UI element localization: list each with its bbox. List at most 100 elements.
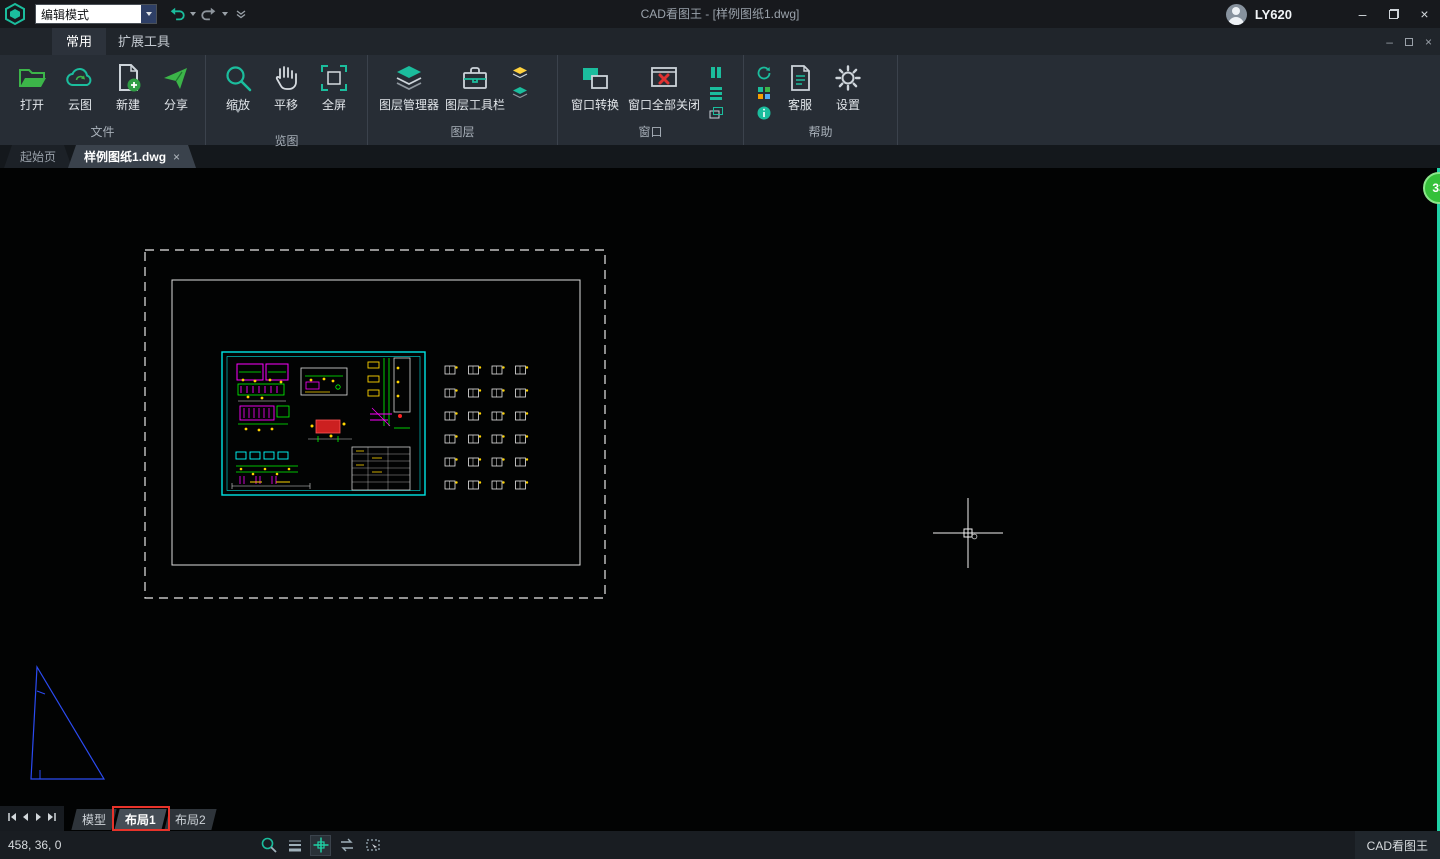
- status-selection-icon[interactable]: [362, 835, 383, 856]
- layer-mini-buttons: [510, 60, 530, 101]
- tile-vertical-icon[interactable]: [706, 64, 726, 81]
- share-icon: [159, 60, 193, 96]
- layer-off-icon[interactable]: [510, 84, 530, 101]
- tab-common[interactable]: 常用: [52, 28, 106, 55]
- last-tab-button[interactable]: [46, 810, 58, 828]
- more-apps-icon[interactable]: [754, 84, 774, 101]
- ribbon-restore-icon[interactable]: [1405, 38, 1413, 46]
- minimize-button[interactable]: –: [1347, 0, 1378, 28]
- pan-hand-icon: [269, 60, 303, 96]
- zoom-icon: [221, 60, 255, 96]
- doc-tab-drawing[interactable]: 样例图纸1.dwg ×: [68, 145, 196, 168]
- pan-button[interactable]: 平移: [262, 60, 310, 112]
- customer-service-icon: [783, 60, 817, 96]
- share-button[interactable]: 分享: [152, 60, 200, 112]
- ribbon-group-window: 窗口转换 窗口全部关闭: [558, 55, 744, 145]
- tab-extended-tools[interactable]: 扩展工具: [104, 28, 184, 55]
- group-label-help: 帮助: [744, 122, 897, 145]
- group-label-view: 览图: [206, 131, 367, 154]
- window-controls: – ×: [1347, 0, 1440, 28]
- tile-horizontal-icon[interactable]: [706, 84, 726, 101]
- undo-button[interactable]: [167, 4, 187, 24]
- cad-drawing-svg: [0, 168, 1440, 831]
- ribbon-group-help: 客服 设置 帮助: [744, 55, 898, 145]
- redo-button[interactable]: [199, 4, 219, 24]
- username: LY620: [1255, 7, 1292, 22]
- window-switch-icon: [578, 60, 612, 96]
- cloud-drawing-icon: [63, 60, 97, 96]
- status-lineweight-icon[interactable]: [284, 835, 305, 856]
- restore-icon: [1389, 9, 1399, 19]
- redo-dropdown-icon[interactable]: [220, 4, 230, 24]
- layout-tab-nav: [0, 806, 64, 831]
- combo-dropdown-icon[interactable]: [141, 5, 156, 23]
- drawing-canvas[interactable]: 33: [0, 168, 1440, 831]
- statusbar: 458, 36, 0 CAD看图王: [0, 831, 1440, 859]
- layer-toolbar-button[interactable]: 图层工具栏: [442, 60, 508, 112]
- new-file-button[interactable]: 新建: [104, 60, 152, 112]
- window-close-all-icon: [647, 60, 681, 96]
- prev-tab-button[interactable]: [19, 810, 31, 828]
- window-title: CAD看图王 - [样例图纸1.dwg]: [300, 0, 1140, 28]
- undo-dropdown-icon[interactable]: [188, 4, 198, 24]
- ribbon-minimize-icon[interactable]: –: [1386, 35, 1393, 49]
- cloud-drawing-button[interactable]: 云图: [56, 60, 104, 112]
- status-snap-icon[interactable]: [336, 835, 357, 856]
- group-label-window: 窗口: [558, 122, 743, 145]
- layout-tab-model[interactable]: 模型: [71, 809, 116, 830]
- layer-manager-button[interactable]: 图层管理器: [376, 60, 442, 112]
- cascade-windows-icon[interactable]: [706, 104, 726, 121]
- window-switch-button[interactable]: 窗口转换: [566, 60, 624, 112]
- close-all-windows-button[interactable]: 窗口全部关闭: [624, 60, 704, 112]
- customize-toolbar-icon[interactable]: [231, 4, 251, 24]
- paper-border: [172, 280, 580, 565]
- layer-manager-icon: [392, 60, 426, 96]
- statusbar-tools: [258, 831, 383, 859]
- next-tab-button[interactable]: [33, 810, 45, 828]
- fullscreen-button[interactable]: 全屏: [310, 60, 358, 112]
- layer-on-icon[interactable]: [510, 64, 530, 81]
- layout-tab-layout2[interactable]: 布局2: [164, 809, 216, 830]
- layout-tab-bar: 模型 布局1 布局2: [0, 806, 213, 831]
- cursor-coordinates: 458, 36, 0: [8, 838, 61, 852]
- settings-button[interactable]: 设置: [824, 60, 872, 112]
- doc-tab-close-icon[interactable]: ×: [173, 150, 180, 164]
- group-label-file: 文件: [0, 122, 205, 145]
- edit-mode-select[interactable]: 编辑模式: [35, 4, 157, 24]
- help-mini-buttons: [754, 60, 774, 121]
- group-label-layer: 图层: [368, 122, 557, 145]
- check-update-icon[interactable]: [754, 64, 774, 81]
- layout-tab-layout1[interactable]: 布局1: [114, 809, 166, 830]
- zoom-button[interactable]: 缩放: [214, 60, 262, 131]
- ribbon-group-file: 打开 云图 新建 分享: [0, 55, 206, 145]
- customer-service-button[interactable]: 客服: [776, 60, 824, 112]
- statusbar-app-label: CAD看图王: [1355, 831, 1440, 859]
- titlebar: 编辑模式 CAD看图王 - [样例图纸1.dwg] LY620 – ×: [0, 0, 1440, 28]
- doc-tab-start-page[interactable]: 起始页: [4, 145, 72, 168]
- info-icon[interactable]: [754, 104, 774, 121]
- drawing-content: [232, 358, 410, 490]
- restore-button[interactable]: [1378, 0, 1409, 28]
- open-folder-icon: [15, 60, 49, 96]
- crosshair-cursor: [933, 498, 1003, 568]
- ribbon-group-view: 缩放 平移 全屏 览图: [206, 55, 368, 145]
- chevron-down-icon[interactable]: [235, 113, 241, 131]
- status-crosshair-icon[interactable]: [310, 835, 331, 856]
- user-avatar-icon: [1226, 4, 1247, 25]
- first-tab-button[interactable]: [6, 810, 18, 828]
- open-button[interactable]: 打开: [8, 60, 56, 112]
- app-window: 编辑模式 CAD看图王 - [样例图纸1.dwg] LY620 – ×: [0, 0, 1440, 859]
- new-file-icon: [111, 60, 145, 96]
- ribbon-window-controls: – ×: [1386, 28, 1432, 55]
- paperspace-ucs-icon: [31, 667, 104, 779]
- app-logo-icon: [3, 2, 27, 26]
- close-button[interactable]: ×: [1409, 0, 1440, 28]
- ribbon-close-icon[interactable]: ×: [1425, 35, 1432, 49]
- status-zoom-icon[interactable]: [258, 835, 279, 856]
- quick-access-toolbar: [167, 4, 251, 24]
- ribbon: 打开 云图 新建 分享: [0, 55, 1440, 145]
- fullscreen-icon: [317, 60, 351, 96]
- window-tile-buttons: [706, 60, 726, 121]
- layer-toolbar-icon: [458, 60, 492, 96]
- user-account[interactable]: LY620: [1226, 0, 1292, 28]
